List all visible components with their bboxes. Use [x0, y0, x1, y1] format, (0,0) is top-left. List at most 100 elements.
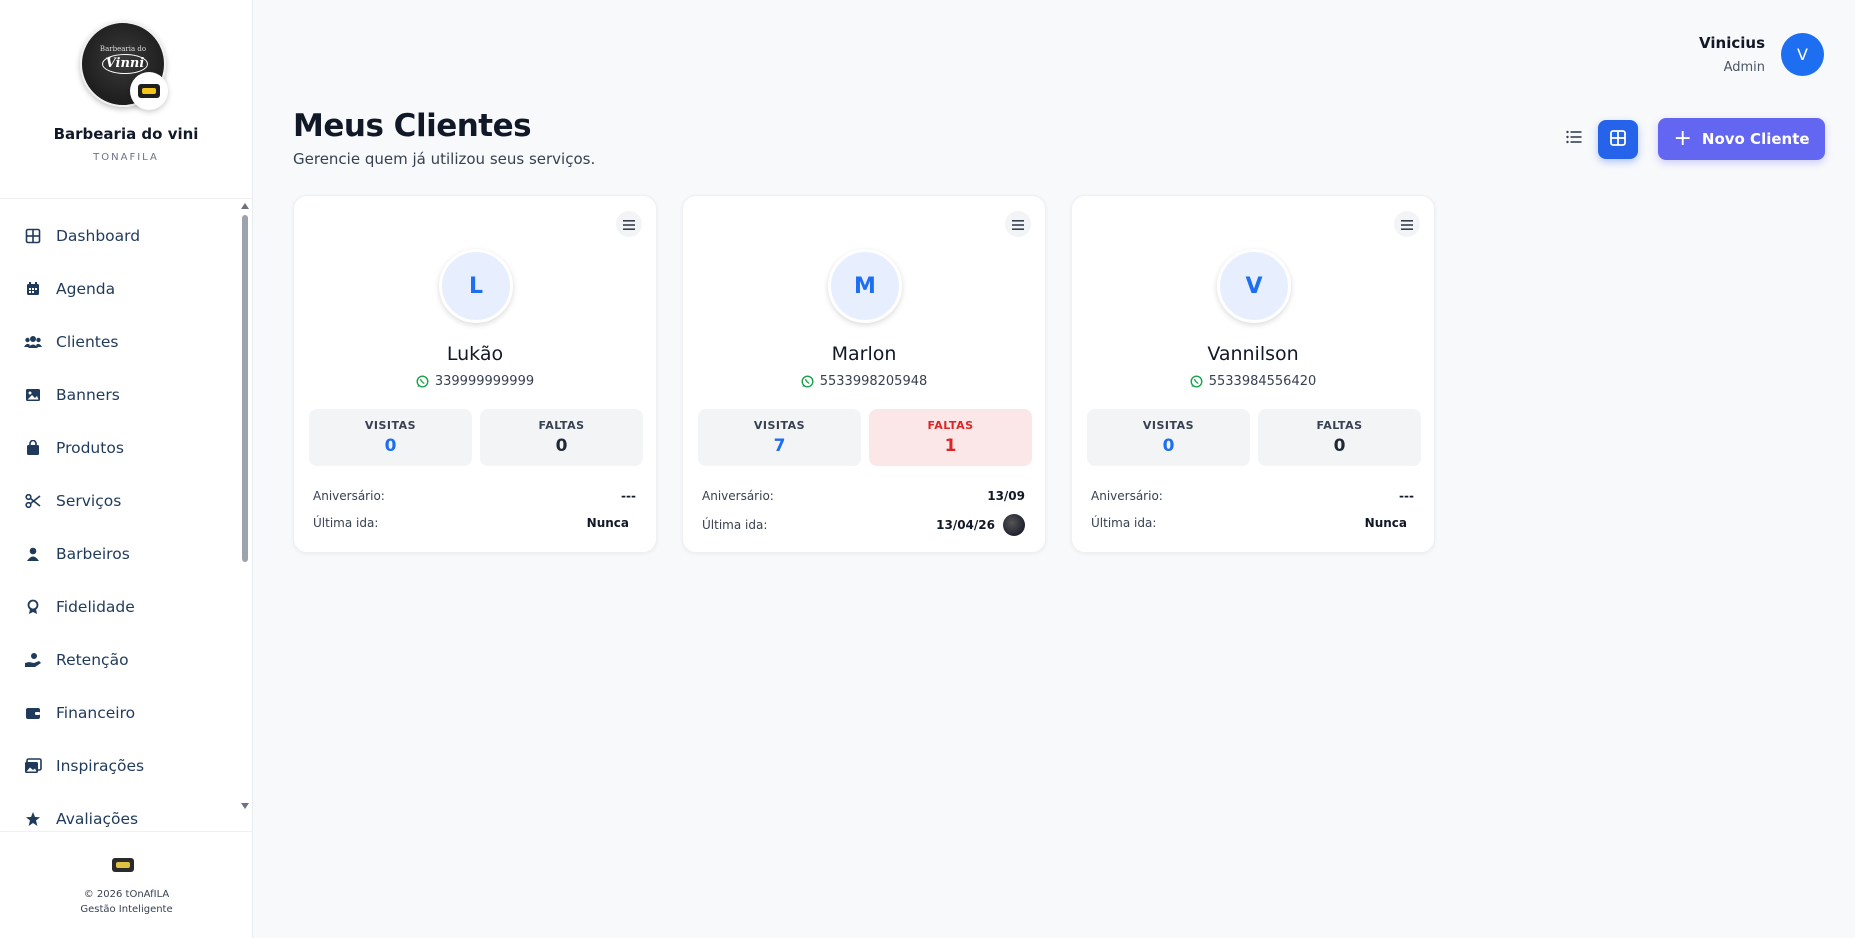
footer-logo-icon	[112, 858, 134, 872]
sidebar-item-agenda[interactable]: Agenda	[0, 267, 238, 311]
absences-stat: FALTAS 0	[480, 409, 643, 466]
sidebar-item-clientes[interactable]: Clientes	[0, 320, 238, 364]
client-phone-number: 5533984556420	[1208, 374, 1317, 389]
sidebar-nav: Dashboard Agenda Clientes Banners Produt…	[0, 200, 238, 831]
birthday-value: ---	[1399, 489, 1414, 503]
client-name: Vannilson	[1207, 343, 1299, 365]
absences-label: FALTAS	[538, 419, 585, 432]
sidebar-item-fidelidade[interactable]: Fidelidade	[0, 585, 238, 629]
client-phone[interactable]: 339999999999	[294, 374, 656, 389]
whatsapp-icon	[1190, 375, 1203, 388]
menu-icon	[1012, 215, 1024, 234]
client-phone-number: 339999999999	[434, 374, 535, 389]
page-subtitle: Gerencie quem já utilizou seus serviços.	[293, 150, 596, 168]
grid-icon	[1610, 129, 1626, 150]
logo-script: Barbearia do	[99, 45, 147, 53]
sidebar: Barbearia do Vinni Barbearia do vini TON…	[0, 0, 253, 938]
absences-label: FALTAS	[1316, 419, 1363, 432]
list-view-button[interactable]	[1556, 120, 1592, 156]
whatsapp-icon	[416, 375, 429, 388]
visits-stat: VISITAS 0	[309, 409, 472, 466]
visits-label: VISITAS	[1142, 419, 1195, 432]
user-icon	[24, 545, 42, 563]
images-icon	[24, 757, 42, 775]
absences-label: FALTAS	[927, 419, 974, 432]
brand-header: Barbearia do Vinni Barbearia do vini TON…	[0, 0, 252, 199]
page-title: Meus Clientes	[293, 108, 532, 144]
client-phone[interactable]: 5533984556420	[1072, 374, 1434, 389]
birthday-value: 13/09	[987, 489, 1025, 503]
last-visit-value: Nunca	[1364, 516, 1407, 530]
logo-text: Vinni	[102, 54, 148, 74]
sidebar-item-label: Produtos	[56, 439, 124, 457]
user-name: Vinicius	[1699, 34, 1765, 52]
whatsapp-icon	[801, 375, 814, 388]
visits-stat: VISITAS 7	[698, 409, 861, 466]
new-client-button[interactable]: + Novo Cliente	[1658, 118, 1825, 160]
sidebar-item-servicos[interactable]: Serviços	[0, 479, 238, 523]
client-card: V Vannilson 5533984556420 VISITAS 0 FALT…	[1071, 195, 1435, 553]
last-visit-value: 13/04/26	[936, 518, 995, 532]
visits-value: 0	[384, 436, 397, 456]
card-menu-button[interactable]	[1394, 211, 1420, 237]
sidebar-item-barbeiros[interactable]: Barbeiros	[0, 532, 238, 576]
absences-value: 0	[555, 436, 568, 456]
sidebar-item-label: Retenção	[56, 651, 129, 669]
card-menu-button[interactable]	[616, 211, 642, 237]
last-visit-value: Nunca	[586, 516, 629, 530]
client-phone-number: 5533998205948	[819, 374, 928, 389]
visits-label: VISITAS	[364, 419, 417, 432]
sidebar-item-retencao[interactable]: Retenção	[0, 638, 238, 682]
sidebar-item-label: Avaliações	[56, 810, 139, 828]
sidebar-item-label: Financeiro	[56, 704, 136, 722]
absences-value: 1	[944, 436, 957, 456]
last-visit-label: Última ida:	[313, 516, 379, 530]
scroll-thumb[interactable]	[242, 215, 248, 562]
client-phone[interactable]: 5533998205948	[683, 374, 1045, 389]
absences-value: 0	[1333, 436, 1346, 456]
sidebar-item-label: Fidelidade	[56, 598, 135, 616]
scroll-up-arrow-icon[interactable]	[241, 203, 249, 209]
sidebar-item-inspiracoes[interactable]: Inspirações	[0, 744, 238, 788]
client-name: Lukão	[446, 343, 504, 365]
sidebar-footer: © 2026 tOnAfILA Gestão Inteligente	[0, 831, 253, 938]
client-card: L Lukão 339999999999 VISITAS 0 FALTAS 0 …	[293, 195, 657, 553]
plus-icon: +	[1673, 126, 1692, 151]
logo-badge	[130, 72, 168, 110]
visits-label: VISITAS	[753, 419, 806, 432]
sidebar-item-label: Inspirações	[56, 757, 145, 775]
image-icon	[24, 386, 42, 404]
scroll-down-arrow-icon[interactable]	[241, 803, 249, 809]
sidebar-scrollbar[interactable]	[239, 200, 251, 815]
award-icon	[24, 598, 42, 616]
user-role: Admin	[1723, 60, 1765, 75]
card-menu-button[interactable]	[1005, 211, 1031, 237]
sidebar-item-label: Agenda	[56, 280, 116, 298]
sidebar-item-label: Clientes	[56, 333, 119, 351]
sidebar-item-financeiro[interactable]: Financeiro	[0, 691, 238, 735]
footer-tagline: Gestão Inteligente	[80, 904, 173, 915]
sidebar-item-avaliacoes[interactable]: Avaliações	[0, 797, 238, 831]
wallet-icon	[24, 704, 42, 722]
scissors-icon	[24, 492, 42, 510]
sidebar-item-label: Banners	[56, 386, 120, 404]
absences-stat: FALTAS 1	[869, 409, 1032, 466]
sidebar-item-produtos[interactable]: Produtos	[0, 426, 238, 470]
new-client-label: Novo Cliente	[1701, 130, 1810, 148]
grid-view-button[interactable]	[1598, 120, 1638, 159]
client-avatar: L	[439, 249, 513, 323]
sidebar-item-dashboard[interactable]: Dashboard	[0, 214, 238, 258]
user-avatar[interactable]: V	[1781, 33, 1824, 76]
last-visit-label: Última ida:	[702, 518, 768, 532]
visits-value: 0	[1162, 436, 1175, 456]
hand-icon	[24, 651, 42, 669]
badge-icon	[138, 84, 160, 98]
sidebar-item-banners[interactable]: Banners	[0, 373, 238, 417]
birthday-label: Aniversário:	[313, 489, 385, 503]
birthday-value: ---	[621, 489, 636, 503]
menu-icon	[1401, 215, 1413, 234]
sidebar-item-label: Dashboard	[56, 227, 141, 245]
bag-icon	[24, 439, 42, 457]
calendar-icon	[24, 280, 42, 298]
sidebar-item-label: Serviços	[56, 492, 122, 510]
